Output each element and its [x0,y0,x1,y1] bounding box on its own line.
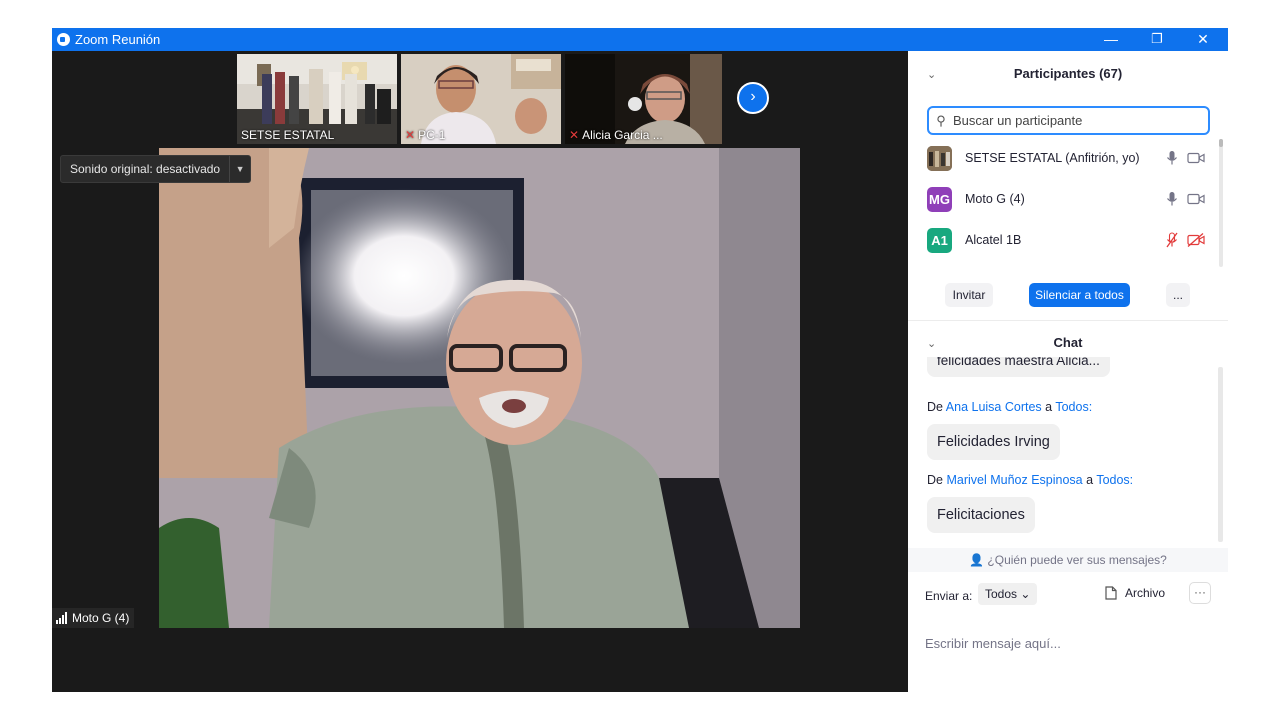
send-to-dropdown[interactable]: Todos ⌄ [978,583,1038,605]
participant-row[interactable]: SETSE ESTATAL (Anfitrión, yo) [908,139,1218,179]
signal-bars-icon [56,612,67,624]
chat-title: Chat [1053,335,1083,350]
video-area: SETSE ESTATAL ✕ PC-1 ✕ Alicia Garcia ...… [52,51,908,692]
close-button[interactable]: ✕ [1180,28,1226,51]
avatar-image [927,146,952,171]
thumbnail-label: SETSE ESTATAL [241,128,335,142]
thumbnail-pc-1[interactable]: ✕ PC-1 [401,54,561,144]
participants-header: ⌄ Participantes (67) [908,51,1228,95]
chat-header: ⌄ Chat [908,332,1228,352]
participants-title: Participantes (67) [1013,66,1123,81]
chat-messages: felicidades maestra Alicia... De Ana Lui… [908,357,1228,543]
more-options-button[interactable]: ... [1166,283,1190,307]
search-icon: ⚲ [936,112,946,128]
person-icon: 👤 [969,553,985,567]
chat-message-header: De Ana Luisa Cortes a Todos: [927,400,1093,414]
panel-divider [908,320,1228,321]
participant-name: SETSE ESTATAL (Anfitrión, yo) [965,151,1140,165]
minimize-button[interactable]: — [1088,28,1134,51]
next-page-button[interactable]: › [737,82,769,114]
recipient-name[interactable]: Todos: [1096,473,1133,487]
restore-button[interactable]: ❐ [1134,28,1180,51]
original-sound-label: Sonido original: desactivado [70,162,221,176]
mic-muted-icon: ✕ [405,128,416,142]
participant-name: Moto G (4) [965,192,1025,206]
thumbnail-alicia-garcia[interactable]: ✕ Alicia Garcia ... [565,54,722,144]
window-title: Zoom Reunión [75,32,161,47]
chat-message-header: De Marivel Muñoz Espinosa a Todos: [927,473,1134,487]
participants-scrollbar[interactable] [1219,139,1223,267]
participant-row[interactable]: A1 Alcatel 1B [908,221,1218,261]
chat-message-bubble: felicidades maestra Alicia... [927,357,1110,377]
video-camera-icon[interactable] [1187,192,1205,206]
participant-row[interactable]: MG Moto G (4) [908,180,1218,220]
file-icon [1105,586,1117,600]
sender-name[interactable]: Marivel Muñoz Espinosa [946,473,1082,487]
zoom-window: Zoom Reunión — ❐ ✕ SETSE ESTATAL ✕ PC-1 … [52,28,1228,692]
send-to-label: Enviar a: [925,589,973,603]
search-placeholder: Buscar un participante [953,113,1083,128]
recipient-name[interactable]: Todos: [1055,400,1092,414]
avatar: MG [927,187,952,212]
invite-button[interactable]: Invitar [945,283,993,307]
chevron-right-icon: › [750,88,756,105]
side-panel: ⌄ Participantes (67) ⚲ Buscar un partici… [908,51,1228,692]
mute-all-button[interactable]: Silenciar a todos [1029,283,1130,307]
speaker-video-image [159,148,800,628]
speaker-name-tag: Moto G (4) [52,608,135,628]
thumbnail-setse-estatal[interactable]: SETSE ESTATAL [237,54,397,144]
chevron-down-icon: ⌄ [1020,587,1031,601]
thumbnail-label: ✕ Alicia Garcia ... [569,128,663,142]
microphone-icon[interactable] [1166,150,1178,166]
participant-search-input[interactable]: ⚲ Buscar un participante [927,106,1210,135]
speaker-name: Moto G (4) [72,611,130,625]
avatar [927,146,952,171]
who-can-see-messages[interactable]: 👤 ¿Quién puede ver sus mensajes? [908,548,1228,572]
chat-message-input[interactable]: Escribir mensaje aquí... [925,636,1061,651]
send-bar: Enviar a: Todos ⌄ Archivo ··· [908,581,1228,611]
mic-muted-icon: ✕ [569,128,580,142]
file-button[interactable]: Archivo [1105,586,1165,600]
main-video [159,148,800,628]
chat-message-bubble: Felicidades Irving [927,424,1060,460]
avatar: A1 [927,228,952,253]
sender-name[interactable]: Ana Luisa Cortes [946,400,1042,414]
microphone-icon[interactable] [1166,191,1178,207]
video-camera-icon[interactable] [1187,151,1205,165]
chevron-down-icon[interactable]: ▼ [229,156,250,182]
chat-message-bubble: Felicitaciones [927,497,1035,533]
participant-list: SETSE ESTATAL (Anfitrión, yo) MG Moto G … [908,139,1228,259]
microphone-muted-icon[interactable] [1166,232,1178,248]
original-sound-toggle[interactable]: Sonido original: desactivado ▼ [60,155,252,183]
chat-scrollbar[interactable] [1218,367,1223,542]
thumbnail-label: ✕ PC-1 [405,128,446,142]
zoom-logo-icon [57,33,70,46]
chat-more-button[interactable]: ··· [1189,582,1211,604]
video-camera-off-icon[interactable] [1187,233,1205,247]
title-bar: Zoom Reunión — ❐ ✕ [52,28,1228,51]
participant-name: Alcatel 1B [965,233,1022,247]
